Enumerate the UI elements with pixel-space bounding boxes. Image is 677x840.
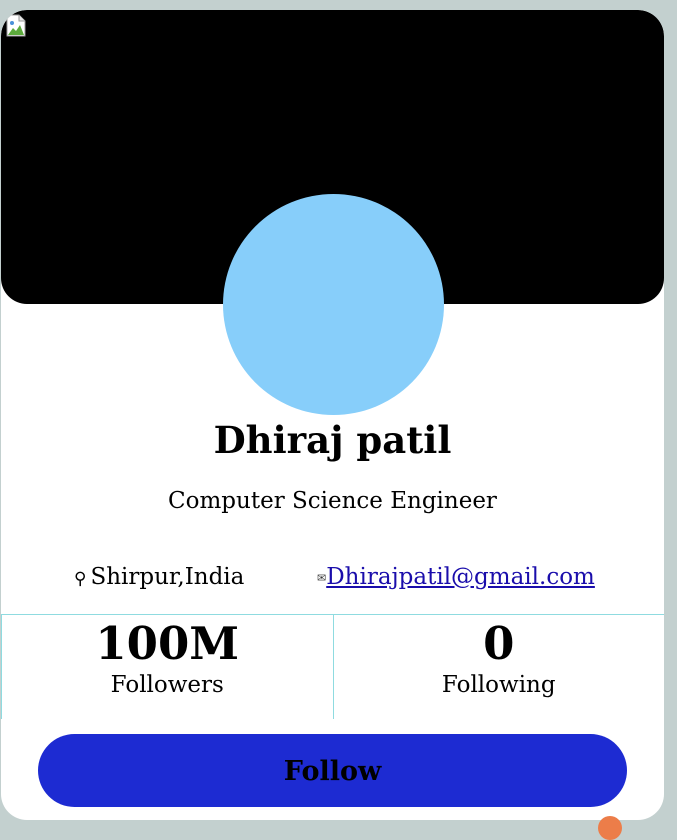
avatar[interactable] bbox=[223, 194, 444, 415]
mail-icon: ✉ bbox=[317, 571, 327, 585]
followers-count: 100M bbox=[95, 617, 240, 670]
stats-row: 100M Followers 0 Following bbox=[1, 614, 664, 719]
profile-name: Dhiraj patil bbox=[213, 418, 452, 462]
profile-card: Dhiraj patil Computer Science Engineer ⚲… bbox=[1, 10, 664, 820]
email-link[interactable]: Dhirajpatil@gmail.com bbox=[326, 564, 595, 590]
location-text: Shirpur,India bbox=[90, 564, 245, 590]
location: ⚲ Shirpur,India bbox=[74, 564, 244, 590]
following-label: Following bbox=[441, 672, 556, 698]
floating-indicator[interactable] bbox=[598, 816, 622, 840]
followers-stat[interactable]: 100M Followers bbox=[1, 615, 334, 719]
broken-image-icon bbox=[6, 14, 26, 37]
following-stat[interactable]: 0 Following bbox=[334, 615, 665, 719]
following-count: 0 bbox=[483, 617, 515, 670]
profile-title: Computer Science Engineer bbox=[168, 488, 497, 514]
location-pin-icon: ⚲ bbox=[74, 569, 87, 589]
email: ✉Dhirajpatil@gmail.com bbox=[317, 564, 595, 590]
followers-label: Followers bbox=[110, 672, 224, 698]
follow-button[interactable]: Follow bbox=[38, 734, 627, 807]
